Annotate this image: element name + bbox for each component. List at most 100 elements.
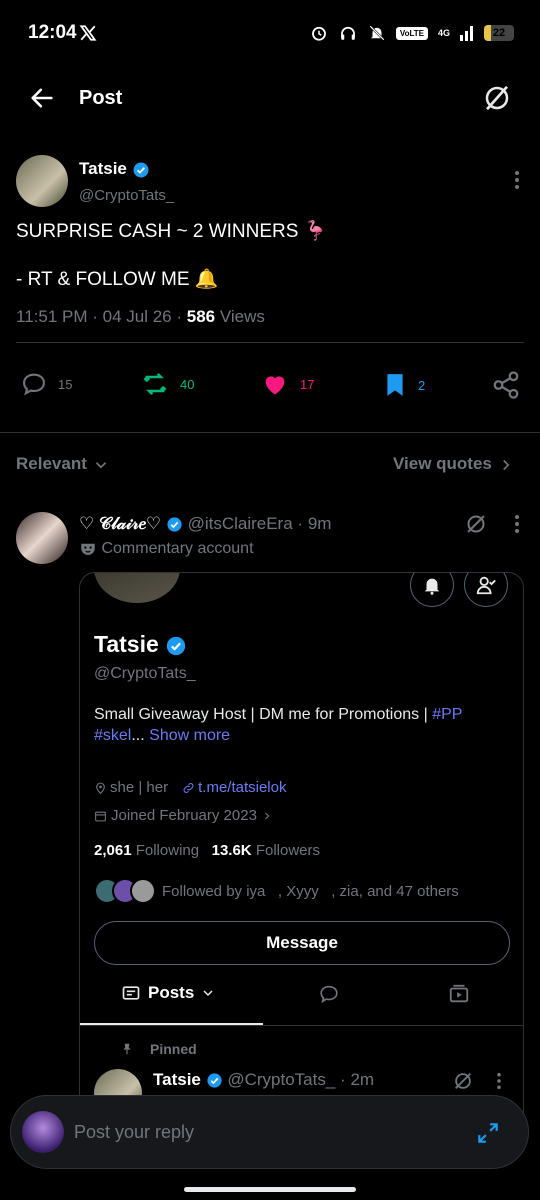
views-count[interactable]: 586 bbox=[187, 307, 215, 326]
share-icon[interactable] bbox=[491, 370, 521, 400]
repost-count: 40 bbox=[180, 376, 195, 392]
reply-header[interactable]: ♡ 𝒞𝓁𝒶𝒾𝓇𝑒♡ @itsClaireEra · 9m bbox=[79, 514, 331, 534]
link-icon[interactable]: t.me/tatsielok bbox=[182, 779, 286, 796]
more-options-icon[interactable] bbox=[514, 170, 520, 190]
joined-date: Joined February 2023 bbox=[111, 807, 257, 824]
relevant-dropdown[interactable]: Relevant bbox=[16, 454, 110, 474]
views-label: Views bbox=[219, 307, 265, 326]
chevron-right-icon bbox=[497, 456, 515, 474]
volte-badge: VoLTE bbox=[395, 26, 428, 40]
headphones-icon bbox=[338, 24, 358, 42]
expand-icon[interactable] bbox=[475, 1120, 501, 1146]
back-arrow-icon[interactable] bbox=[28, 84, 56, 112]
reply-count: 15 bbox=[58, 376, 73, 392]
profile-link[interactable]: t.me/tatsielok bbox=[198, 779, 286, 796]
grok-icon[interactable] bbox=[464, 512, 488, 536]
following-button[interactable] bbox=[464, 573, 508, 607]
chevron-right-icon bbox=[261, 810, 273, 822]
post-date: 04 Jul 26 bbox=[102, 307, 172, 326]
post-time: 11:51 PM bbox=[16, 307, 88, 326]
user-avatar bbox=[22, 1111, 64, 1153]
mask-icon bbox=[79, 540, 97, 558]
author-name-row[interactable]: Tatsie bbox=[79, 159, 150, 179]
divider bbox=[16, 342, 524, 343]
post-meta: 11:51 PM · 04 Jul 26 · 586 Views bbox=[16, 307, 265, 326]
followed-by-text: Followed by iya , Xyyy , zia, and 47 oth… bbox=[162, 882, 459, 900]
person-check-icon bbox=[475, 574, 497, 596]
location-pin-icon: she | her bbox=[94, 779, 168, 796]
profile-handle: @CryptoTats_ bbox=[94, 665, 196, 682]
reply-handle: @itsClaireEra bbox=[187, 514, 293, 533]
author-handle[interactable]: @CryptoTats_ bbox=[79, 187, 174, 204]
alarm-icon bbox=[310, 24, 328, 42]
bookmark-count: 2 bbox=[418, 377, 426, 393]
repost-button[interactable]: 40 bbox=[140, 370, 194, 398]
profile-bio: Small Giveaway Host | DM me for Promotio… bbox=[94, 706, 463, 744]
followed-by-row[interactable]: Followed by iya , Xyyy , zia, and 47 oth… bbox=[94, 878, 459, 904]
message-button[interactable]: Message bbox=[94, 921, 510, 965]
network-indicator: 4G bbox=[437, 27, 450, 38]
author-name: Tatsie bbox=[79, 159, 127, 178]
joined-row[interactable]: Joined February 2023 bbox=[94, 807, 273, 824]
heart-icon bbox=[260, 370, 290, 398]
status-bar: 12:04 VoLTE 4G 22 bbox=[0, 0, 540, 70]
follow-stats: 2,061 Following 13.6K Followers bbox=[94, 842, 320, 859]
reply-icon bbox=[20, 370, 48, 398]
grok-icon[interactable] bbox=[482, 83, 512, 113]
pinned-header[interactable]: Tatsie @CryptoTats_ · 2m bbox=[153, 1070, 374, 1090]
post-text-line1: SURPRISE CASH ~ 2 WINNERS 🦩 bbox=[16, 221, 328, 242]
reply-time: 9m bbox=[307, 514, 332, 533]
reply-name: ♡ 𝒞𝓁𝒶𝒾𝓇𝑒♡ bbox=[79, 514, 162, 533]
top-bar: Post bbox=[0, 70, 540, 126]
bookmark-icon bbox=[382, 370, 408, 400]
hashtag-link[interactable]: #PP bbox=[432, 706, 462, 723]
reply-icon bbox=[317, 983, 341, 1005]
chevron-down-icon bbox=[92, 456, 110, 474]
bookmark-button[interactable]: 2 bbox=[382, 370, 425, 400]
more-options-icon[interactable] bbox=[514, 514, 520, 534]
verified-badge-icon bbox=[132, 161, 150, 179]
battery-indicator: 22 bbox=[484, 25, 514, 41]
more-options-icon[interactable] bbox=[496, 1072, 502, 1090]
post-text-line2: - RT & FOLLOW ME 🔔 bbox=[16, 269, 219, 290]
pinned-label: Pinned bbox=[150, 1041, 197, 1057]
profile-name: Tatsie bbox=[94, 631, 159, 657]
profile-avatar[interactable] bbox=[94, 573, 180, 603]
like-count: 17 bbox=[300, 376, 315, 392]
home-indicator bbox=[184, 1187, 356, 1192]
reply-avatar[interactable] bbox=[16, 512, 68, 564]
following-stat[interactable]: 2,061 Following bbox=[94, 842, 199, 859]
mute-bell-icon bbox=[368, 24, 386, 42]
hashtag-link[interactable]: #skel bbox=[94, 727, 131, 744]
divider bbox=[80, 1025, 523, 1026]
notify-button[interactable] bbox=[410, 573, 454, 607]
profile-meta: she | her t.me/tatsielok bbox=[94, 779, 286, 796]
commentary-badge: Commentary account bbox=[79, 540, 254, 558]
profile-card[interactable]: Tatsie @CryptoTats_ Small Giveaway Host … bbox=[79, 572, 524, 1132]
verified-badge-icon bbox=[165, 635, 187, 657]
reply-composer[interactable]: Post your reply bbox=[10, 1095, 529, 1169]
author-avatar[interactable] bbox=[16, 155, 68, 207]
tab-replies[interactable] bbox=[317, 983, 341, 1005]
like-button[interactable]: 17 bbox=[260, 370, 314, 398]
divider bbox=[0, 432, 540, 433]
reply-button[interactable]: 15 bbox=[20, 370, 72, 398]
followers-stat[interactable]: 13.6K Followers bbox=[212, 842, 320, 859]
verified-badge-icon bbox=[166, 516, 183, 533]
status-time: 12:04 bbox=[28, 22, 77, 43]
chevron-down-icon bbox=[200, 985, 216, 1001]
signal-icon bbox=[460, 25, 474, 41]
show-more-link[interactable]: Show more bbox=[149, 727, 230, 744]
bell-icon bbox=[421, 574, 443, 596]
grok-icon[interactable] bbox=[452, 1070, 474, 1092]
tab-posts[interactable]: Posts bbox=[120, 983, 216, 1003]
calendar-icon bbox=[94, 809, 107, 823]
repost-icon bbox=[140, 370, 170, 398]
feed-icon bbox=[120, 983, 142, 1003]
reply-input[interactable]: Post your reply bbox=[74, 1122, 194, 1143]
profile-name-row: Tatsie bbox=[94, 631, 187, 658]
tab-media[interactable] bbox=[447, 983, 471, 1005]
pronouns: she | her bbox=[110, 779, 169, 796]
verified-badge-icon bbox=[206, 1072, 223, 1089]
view-quotes-link[interactable]: View quotes bbox=[393, 454, 515, 474]
